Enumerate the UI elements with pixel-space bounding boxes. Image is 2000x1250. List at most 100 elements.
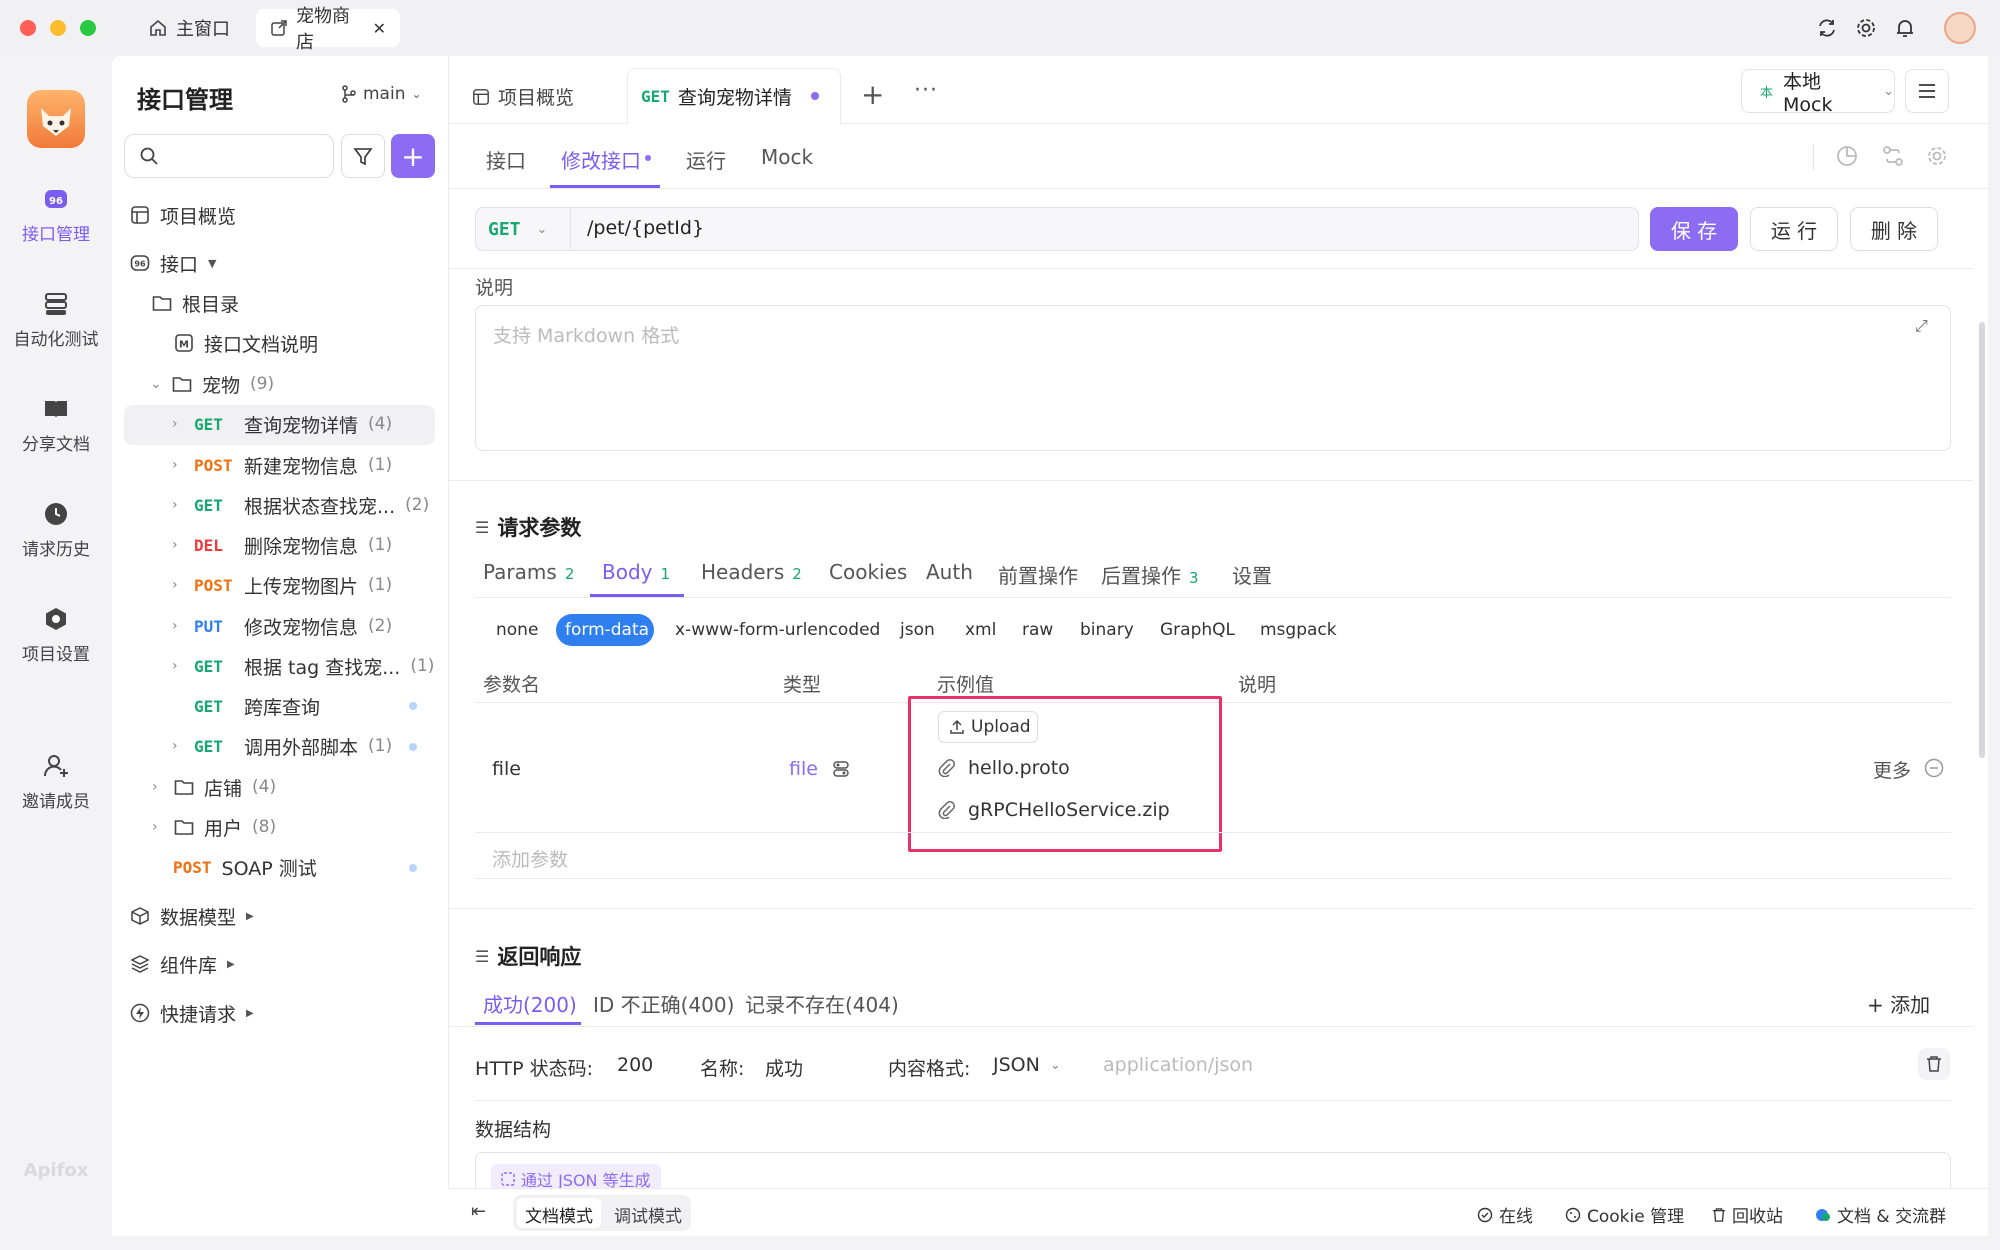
sidebar-item-root-dir[interactable]: 根目录 xyxy=(152,285,239,321)
avatar[interactable] xyxy=(1944,12,1976,44)
expand-icon[interactable]: ⤢ xyxy=(1915,316,1928,336)
body-type-urlencoded[interactable]: x-www-form-urlencoded xyxy=(675,620,880,640)
close-tab-icon[interactable]: ✕ xyxy=(373,19,386,38)
body-type-graphql[interactable]: GraphQL xyxy=(1160,620,1235,640)
endpoint-row[interactable]: › GET 调用外部脚本 (1) xyxy=(172,728,392,764)
new-tab-plus-icon[interactable]: + xyxy=(861,78,884,111)
response-tab-200[interactable]: 成功(200) xyxy=(483,989,577,1018)
status-code-value[interactable]: 200 xyxy=(617,1054,653,1076)
main-scrollbar[interactable] xyxy=(1979,322,1985,758)
rail-item-api[interactable]: 96 接口管理 xyxy=(0,186,112,245)
remove-circle-icon[interactable] xyxy=(1924,758,1944,778)
add-button[interactable]: + xyxy=(391,134,435,178)
sidebar-folder-pet[interactable]: ⌄ 宠物 (9) xyxy=(150,366,274,402)
params-tab-cookies[interactable]: Cookies xyxy=(829,560,907,584)
flow-icon[interactable] xyxy=(1882,145,1904,167)
subtab-mock[interactable]: Mock xyxy=(761,145,813,169)
body-type-form-data[interactable]: form-data xyxy=(565,620,649,640)
response-tab-400[interactable]: ID 不正确(400) xyxy=(593,989,734,1018)
body-type-json[interactable]: json xyxy=(900,620,935,640)
param-name-cell[interactable]: file xyxy=(492,758,521,780)
sidebar-item-overview[interactable]: 项目概览 xyxy=(130,197,236,233)
delete-button[interactable]: 删 除 xyxy=(1850,207,1938,251)
sync-icon[interactable] xyxy=(1814,15,1840,41)
env-selector[interactable]: 本 本地 Mock ⌄ xyxy=(1741,69,1895,116)
type-settings-icon[interactable] xyxy=(832,760,850,778)
sidebar-item-doc[interactable]: M 接口文档说明 xyxy=(174,325,318,361)
endpoint-row[interactable]: › GET 根据状态查找宠... (2) xyxy=(172,487,429,523)
params-tab-post[interactable]: 后置操作 3 xyxy=(1101,560,1199,589)
recycle-bin[interactable]: 回收站 xyxy=(1712,1202,1783,1227)
params-tab-body[interactable]: Body 1 xyxy=(602,560,670,584)
add-param-input[interactable]: 添加参数 xyxy=(492,845,568,872)
delete-response-button[interactable] xyxy=(1918,1048,1950,1080)
endpoint-row[interactable]: › POST 新建宠物信息 (1) xyxy=(172,447,392,483)
bell-icon[interactable] xyxy=(1892,15,1918,41)
docs-community[interactable]: 文档 & 交流群 xyxy=(1815,1202,1946,1227)
search-input[interactable] xyxy=(124,134,334,178)
sidebar-item-data-model[interactable]: 数据模型 ▶ xyxy=(130,898,254,934)
cookie-manager[interactable]: Cookie 管理 xyxy=(1565,1202,1684,1227)
method-select[interactable]: GET ⌄ xyxy=(476,208,571,250)
body-type-none[interactable]: none xyxy=(496,620,538,640)
window-tab-petstore[interactable]: 宠物商店 ✕ xyxy=(256,6,400,53)
endpoint-row[interactable]: › GET 根据 tag 查找宠... (1) xyxy=(172,648,434,684)
more-link[interactable]: 更多 xyxy=(1873,756,1911,783)
endpoint-row[interactable]: › PUT 修改宠物信息 (2) xyxy=(172,608,392,644)
endpoint-row-soap[interactable]: POST SOAP 测试 xyxy=(173,849,317,885)
body-type-raw[interactable]: raw xyxy=(1022,620,1053,640)
sidebar-item-quick-request[interactable]: 快捷请求 ▶ xyxy=(130,995,254,1031)
close-window-button[interactable] xyxy=(20,20,36,36)
filter-button[interactable] xyxy=(341,134,385,178)
window-tab-main[interactable]: 主窗口 xyxy=(134,9,244,47)
save-button[interactable]: 保 存 xyxy=(1650,207,1738,251)
endpoint-row[interactable]: › DEL 删除宠物信息 (1) xyxy=(172,527,392,563)
doc-mode-button[interactable]: 文档模式 xyxy=(525,1202,593,1227)
rail-item-history[interactable]: 请求历史 xyxy=(0,501,112,560)
collapse-icon[interactable]: ☰ xyxy=(475,518,489,537)
response-tab-404[interactable]: 记录不存在(404) xyxy=(745,989,899,1018)
maximize-window-button[interactable] xyxy=(80,20,96,36)
gear-icon[interactable] xyxy=(1926,145,1948,167)
body-type-binary[interactable]: binary xyxy=(1080,620,1134,640)
rail-item-share-docs[interactable]: 分享文档 xyxy=(0,396,112,455)
pie-chart-icon[interactable] xyxy=(1836,145,1858,167)
params-tab-headers[interactable]: Headers 2 xyxy=(701,560,802,584)
gear-icon[interactable] xyxy=(1853,15,1879,41)
url-input[interactable]: /pet/{petId} xyxy=(587,217,704,239)
sidebar-item-api[interactable]: 96 接口 ▼ xyxy=(130,245,216,281)
subtab-run[interactable]: 运行 xyxy=(686,145,726,174)
body-type-msgpack[interactable]: msgpack xyxy=(1260,620,1337,640)
endpoint-row[interactable]: GET 跨库查询 xyxy=(172,688,320,724)
sidebar-folder-shop[interactable]: › 店铺 (4) xyxy=(152,769,276,805)
description-textarea[interactable] xyxy=(475,305,1951,451)
collapse-icon[interactable]: ☰ xyxy=(475,947,489,966)
params-tab-pre[interactable]: 前置操作 xyxy=(998,560,1078,589)
menu-button[interactable] xyxy=(1905,69,1949,113)
run-button[interactable]: 运 行 xyxy=(1750,207,1838,251)
doc-tab-overview[interactable]: 项目概览 xyxy=(472,83,574,110)
add-response-button[interactable]: + 添加 xyxy=(1867,989,1930,1018)
params-tab-auth[interactable]: Auth xyxy=(926,560,973,584)
online-status[interactable]: 在线 xyxy=(1477,1202,1533,1227)
endpoint-row[interactable]: › GET 查询宠物详情 (4) xyxy=(172,406,392,442)
params-tab-settings[interactable]: 设置 xyxy=(1232,560,1272,589)
rail-item-invite[interactable]: 邀请成员 xyxy=(0,753,112,812)
rail-item-automation[interactable]: 自动化测试 xyxy=(0,291,112,350)
collapse-sidebar-icon[interactable]: ⇤ xyxy=(471,1201,486,1222)
rail-item-project-settings[interactable]: 项目设置 xyxy=(0,606,112,665)
subtab-api[interactable]: 接口 xyxy=(486,145,526,174)
endpoint-row[interactable]: › POST 上传宠物图片 (1) xyxy=(172,567,392,603)
param-type-cell[interactable]: file xyxy=(789,758,818,780)
minimize-window-button[interactable] xyxy=(50,20,66,36)
content-mime-input[interactable]: application/json xyxy=(1103,1054,1253,1076)
more-tabs-icon[interactable]: ··· xyxy=(914,78,938,103)
debug-mode-button[interactable]: 调试模式 xyxy=(614,1202,682,1227)
subtab-edit[interactable]: 修改接口 xyxy=(561,145,641,174)
sidebar-folder-user[interactable]: › 用户 (8) xyxy=(152,809,276,845)
content-format-select[interactable]: JSON ⌄ xyxy=(993,1054,1061,1076)
body-type-xml[interactable]: xml xyxy=(965,620,996,640)
sidebar-item-components[interactable]: 组件库 ▶ xyxy=(130,946,235,982)
params-tab-params[interactable]: Params 2 xyxy=(483,560,574,584)
branch-selector[interactable]: main ⌄ xyxy=(341,84,422,104)
